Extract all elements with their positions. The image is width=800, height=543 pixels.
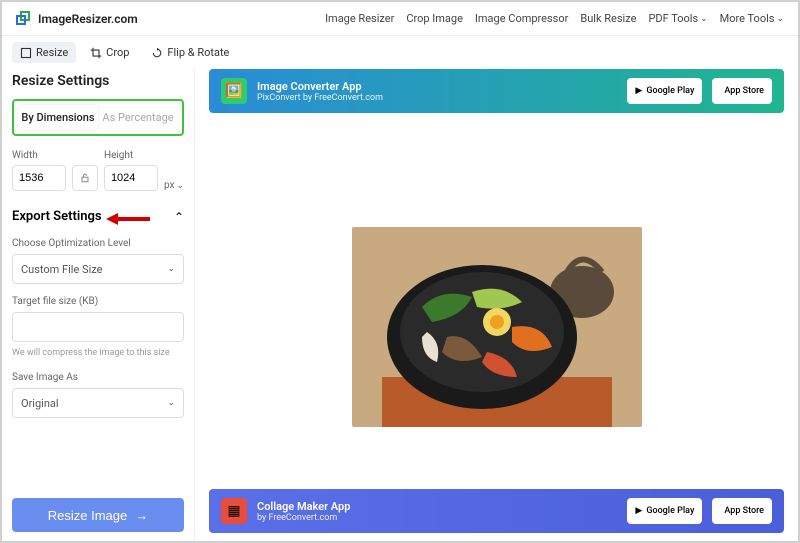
unit-selector[interactable]: px⌄ <box>164 180 184 191</box>
resize-settings-title: Resize Settings <box>12 73 184 89</box>
tab-by-dimensions[interactable]: By Dimensions <box>18 105 98 130</box>
lock-icon <box>79 172 91 184</box>
google-play-button[interactable]: ▶Google Play <box>627 78 702 104</box>
export-settings-title: Export Settings <box>12 209 102 224</box>
play-icon: ▶ <box>635 506 642 516</box>
image-preview <box>195 113 798 540</box>
width-input[interactable] <box>12 165 66 191</box>
play-icon: ▶ <box>635 86 642 96</box>
logo-text: ImageResizer.com <box>38 12 138 26</box>
annotation-arrow <box>106 211 150 227</box>
google-play-button[interactable]: ▶Google Play <box>627 498 702 524</box>
banner-title: Collage Maker App <box>257 500 617 513</box>
chevron-down-icon: ⌄ <box>167 398 175 408</box>
app-store-button[interactable]: App Store <box>712 78 772 104</box>
tab-as-percentage[interactable]: As Percentage <box>98 105 178 130</box>
banner-subtitle: by FreeConvert.com <box>257 513 617 523</box>
resize-image-button[interactable]: Resize Image → <box>12 498 184 532</box>
chevron-down-icon: ⌄ <box>776 14 784 24</box>
ad-banner-top[interactable]: 🖼️ Image Converter App PixConvert by Fre… <box>209 69 784 113</box>
chevron-down-icon: ⌄ <box>167 264 175 274</box>
height-label: Height <box>104 150 158 161</box>
resize-mode-tabs: By Dimensions As Percentage <box>12 99 184 136</box>
app-icon: 🖼️ <box>221 78 247 104</box>
crop-icon <box>90 47 102 59</box>
arrow-right-icon: → <box>135 508 148 523</box>
export-settings-header[interactable]: Export Settings ⌃ <box>12 209 184 224</box>
save-as-label: Save Image As <box>12 372 184 383</box>
header: ImageResizer.com Image Resizer Crop Imag… <box>2 2 798 36</box>
nav-image-resizer[interactable]: Image Resizer <box>325 12 394 25</box>
target-size-help: We will compress the image to this size <box>12 348 184 358</box>
nav-bulk-resize[interactable]: Bulk Resize <box>580 12 636 25</box>
save-as-select[interactable]: Original ⌄ <box>12 388 184 418</box>
dimensions-row: Width Height px⌄ <box>12 150 184 191</box>
logo-icon <box>16 11 32 27</box>
rotate-icon <box>151 47 163 59</box>
chevron-down-icon: ⌄ <box>176 181 184 191</box>
content-area: 🖼️ Image Converter App PixConvert by Fre… <box>195 69 798 540</box>
target-size-label: Target file size (KB) <box>12 296 184 307</box>
ad-banner-bottom[interactable]: ▦ Collage Maker App by FreeConvert.com ▶… <box>209 489 784 533</box>
chevron-down-icon: ⌄ <box>700 14 708 24</box>
app-icon: ▦ <box>221 498 247 524</box>
toolbar: Resize Crop Flip & Rotate <box>2 36 798 69</box>
app-store-button[interactable]: App Store <box>712 498 772 524</box>
logo[interactable]: ImageResizer.com <box>16 11 138 27</box>
nav-more-tools[interactable]: More Tools⌄ <box>720 12 784 25</box>
optimization-select[interactable]: Custom File Size ⌄ <box>12 254 184 284</box>
preview-image[interactable] <box>352 227 642 427</box>
target-size-input[interactable] <box>12 312 184 342</box>
tab-flip-rotate[interactable]: Flip & Rotate <box>143 42 237 63</box>
optimization-label: Choose Optimization Level <box>12 238 184 249</box>
width-label: Width <box>12 150 66 161</box>
lock-aspect-button[interactable] <box>72 165 98 191</box>
tab-crop[interactable]: Crop <box>82 42 137 63</box>
tab-resize[interactable]: Resize <box>12 42 76 63</box>
nav: Image Resizer Crop Image Image Compresso… <box>325 12 784 25</box>
banner-subtitle: PixConvert by FreeConvert.com <box>257 93 617 103</box>
nav-crop-image[interactable]: Crop Image <box>406 12 463 25</box>
height-input[interactable] <box>104 165 158 191</box>
nav-image-compressor[interactable]: Image Compressor <box>475 12 568 25</box>
sidebar: Resize Settings By Dimensions As Percent… <box>2 69 195 540</box>
banner-title: Image Converter App <box>257 80 617 93</box>
chevron-up-icon: ⌃ <box>174 210 184 224</box>
nav-pdf-tools[interactable]: PDF Tools⌄ <box>648 12 707 25</box>
resize-icon <box>20 47 32 59</box>
